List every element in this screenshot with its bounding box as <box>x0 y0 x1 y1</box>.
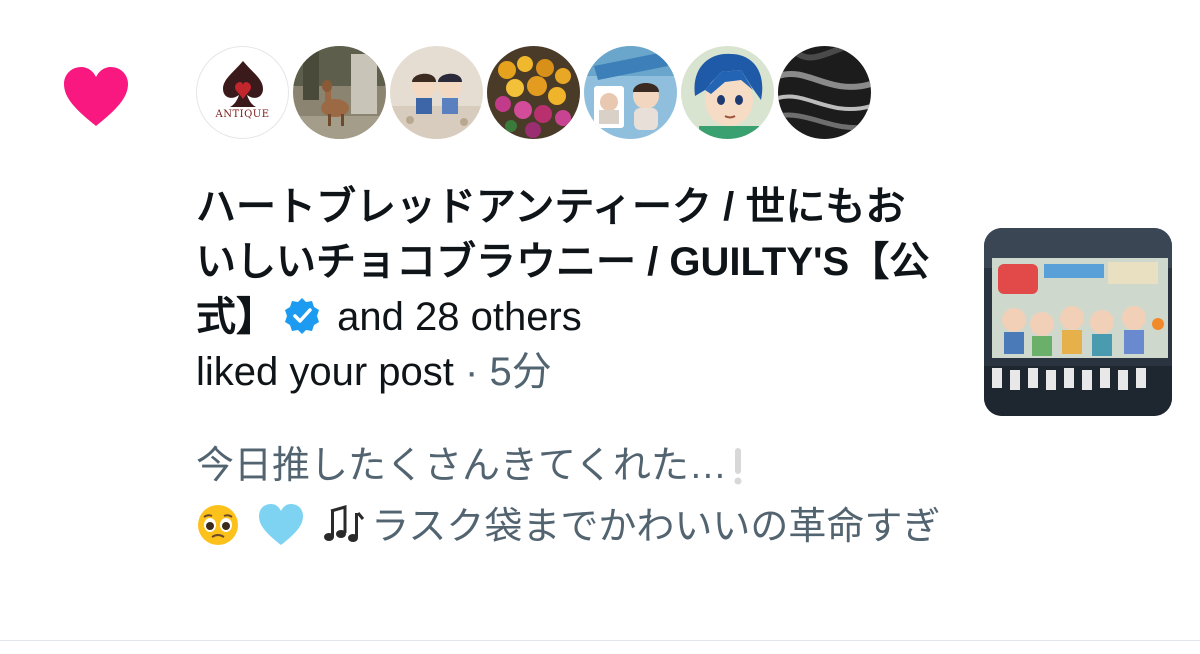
separator-dot: · <box>465 350 479 394</box>
action-text: liked your post <box>196 350 454 394</box>
post-text-line-1: 今日推したくさんきてくれた… <box>196 445 727 487</box>
avatar-figures[interactable] <box>390 46 483 139</box>
liker-avatars: ANTIQUE <box>196 46 871 146</box>
verified-badge-icon <box>282 296 322 336</box>
others-count[interactable]: and 28 others <box>337 295 582 339</box>
divider <box>0 640 1200 641</box>
avatar-heartbread-antique[interactable]: ANTIQUE <box>196 46 289 139</box>
pleading-face-icon <box>196 503 240 562</box>
avatar-anime-character[interactable] <box>681 46 774 139</box>
timestamp: 5分 <box>489 350 552 394</box>
exclamation-icon <box>727 446 749 501</box>
musical-notes-icon <box>321 503 365 562</box>
avatar-photocards[interactable] <box>584 46 677 139</box>
like-notification[interactable]: ANTIQUE ハートブレッドアンティーク / 世にもおいしいチョコブラウニー … <box>0 0 1200 640</box>
post-text-line-2: ラスク袋までかわいいの革命すぎ <box>371 506 941 548</box>
light-blue-heart-icon <box>257 503 305 562</box>
avatar-flowers[interactable] <box>487 46 580 139</box>
post-thumbnail[interactable] <box>984 228 1172 416</box>
avatar-dark-abstract[interactable] <box>778 46 871 139</box>
notification-text: ハートブレッドアンティーク / 世にもおいしいチョコブラウニー / GUILTY… <box>196 180 936 400</box>
avatar-deer[interactable] <box>293 46 386 139</box>
antique-logo-text: ANTIQUE <box>215 109 270 120</box>
post-preview-text: 今日推したくさんきてくれた… ラスク袋までかわいいの革命すぎ <box>196 440 956 562</box>
heart-icon <box>62 66 130 128</box>
